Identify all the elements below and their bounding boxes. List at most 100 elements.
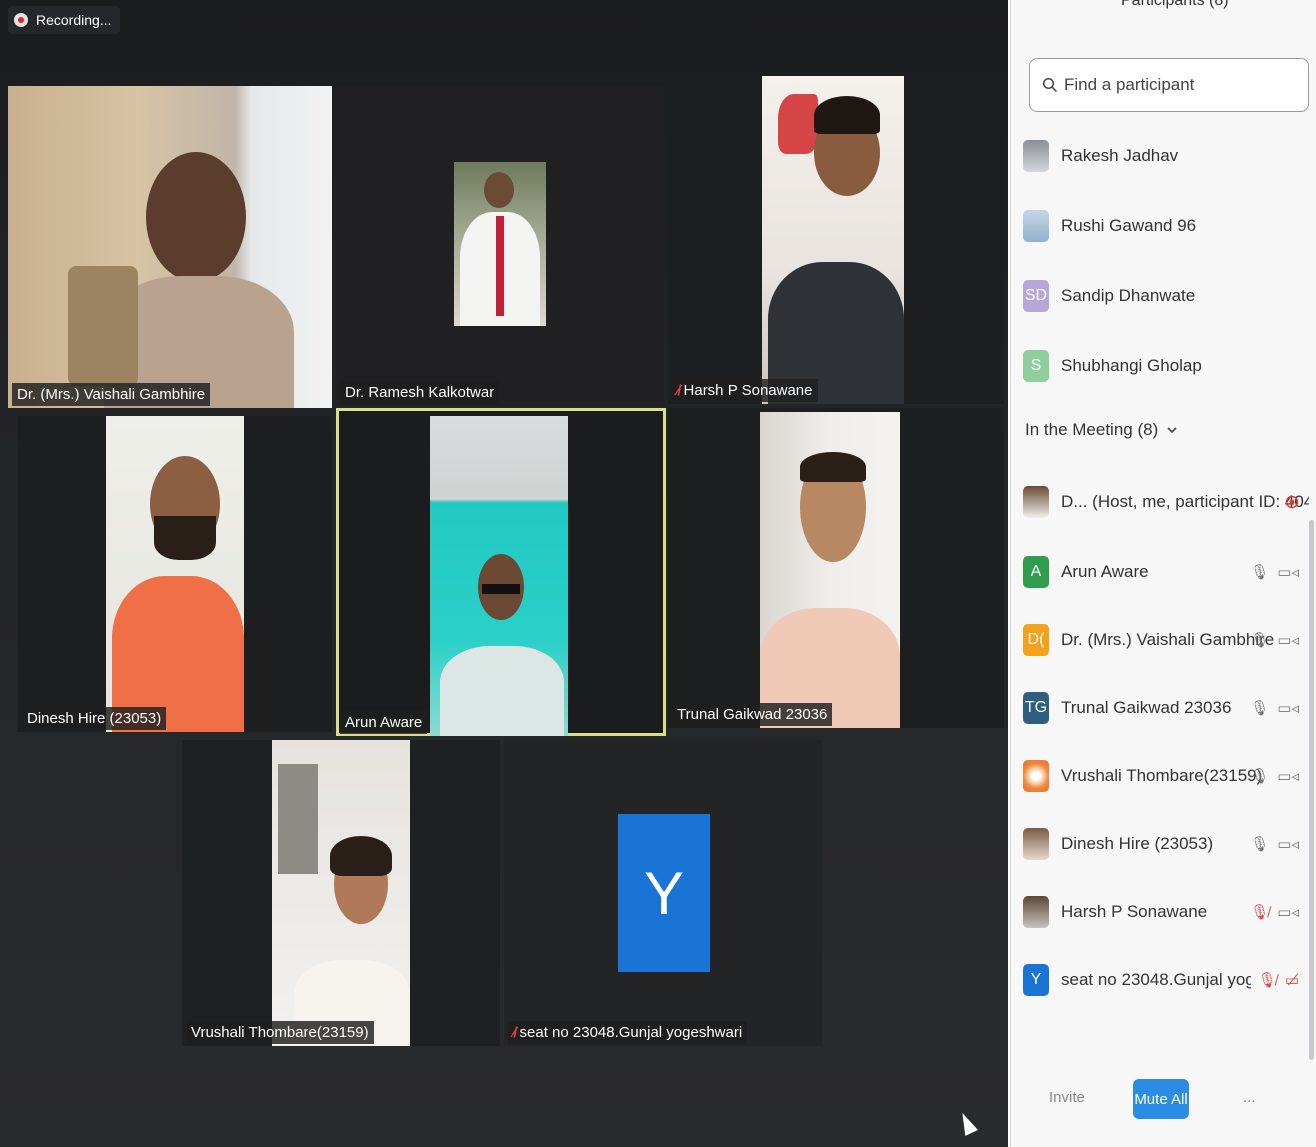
participant-name-tag: ⁄̸ Harsh P Sonawane: [672, 379, 818, 402]
participant-row[interactable]: D( Dr. (Mrs.) Vaishali Gambhire 🎙︎ ▭◃: [1023, 618, 1309, 662]
avatar: Y: [1023, 964, 1049, 996]
participant-name-tag: ⁄̸ seat no 23048.Gunjal yogeshwari: [508, 1021, 748, 1044]
avatar: [1023, 896, 1049, 928]
search-input[interactable]: [1064, 75, 1284, 95]
participant-avatar: Y: [618, 814, 710, 972]
video-tile[interactable]: Dinesh Hire (23053): [18, 416, 332, 732]
participant-name: Rakesh Jadhav: [1061, 146, 1179, 165]
avatar: [1023, 486, 1049, 518]
profile-photo: [454, 162, 546, 326]
participant-name: seat no 23048.Gunjal yogeshwari: [1061, 970, 1251, 989]
panel-scrollbar[interactable]: [1309, 520, 1314, 1060]
microphone-muted-icon[interactable]: 🎙︎̸: [1258, 971, 1277, 989]
avatar: S: [1023, 350, 1049, 382]
participant-name: Vrushali Thombare(23159): [191, 1024, 369, 1041]
avatar: TG: [1023, 692, 1049, 724]
video-feed: [430, 416, 568, 736]
participant-name: Dinesh Hire (23053): [1061, 834, 1214, 853]
avatar: [1023, 828, 1049, 860]
video-feed: [762, 76, 904, 404]
invite-button[interactable]: Invite: [1049, 1089, 1085, 1106]
participant-name: Dr. (Mrs.) Vaishali Gambhire: [1061, 630, 1275, 649]
video-tile[interactable]: ⁄̸ Harsh P Sonawane: [668, 76, 1004, 404]
participant-row[interactable]: Harsh P Sonawane 🎙︎̸ ▭◃: [1023, 890, 1309, 934]
participant-name: Sandip Dhanwate: [1061, 286, 1196, 305]
microphone-icon[interactable]: 🎙︎: [1250, 563, 1269, 581]
avatar: D(: [1023, 624, 1049, 656]
participant-row[interactable]: Rakesh Jadhav: [1023, 134, 1309, 178]
participant-name: D... (Host, me, participant ID: 404038): [1061, 492, 1309, 511]
in-meeting-section-header[interactable]: In the Meeting (8): [1025, 420, 1178, 440]
participant-name: Vrushali Thombare(23159): [1061, 766, 1263, 785]
video-gallery: Recording... Dr. (Mrs.) Vaishali Gambhir…: [0, 0, 1008, 1147]
video-tile[interactable]: Vrushali Thombare(23159): [182, 740, 500, 1046]
participant-name: Dinesh Hire (23053): [27, 710, 162, 727]
video-camera-icon[interactable]: ▭◃: [1277, 767, 1299, 785]
participant-name: Arun Aware: [345, 714, 423, 731]
participant-search[interactable]: [1029, 58, 1309, 112]
mute-all-button[interactable]: Mute All: [1133, 1079, 1189, 1119]
avatar: [1023, 760, 1049, 792]
avatar: A: [1023, 556, 1049, 588]
video-camera-off-icon[interactable]: ▭̸: [1285, 971, 1299, 989]
participant-name: Arun Aware: [1061, 562, 1149, 581]
video-camera-icon[interactable]: ▭◃: [1277, 903, 1299, 921]
participant-row[interactable]: S Shubhangi Gholap: [1023, 344, 1309, 388]
avatar: [1023, 210, 1049, 242]
participant-name: Trunal Gaikwad 23036: [1061, 698, 1232, 717]
video-tile[interactable]: Trunal Gaikwad 23036: [668, 408, 1004, 728]
video-tile[interactable]: Dr. Ramesh Kalkotwar: [336, 86, 664, 406]
microphone-icon[interactable]: 🎙︎: [1250, 767, 1269, 785]
participant-name-tag: Arun Aware: [340, 711, 428, 734]
panel-footer: Invite Mute All ...: [1011, 1067, 1316, 1147]
search-icon: [1042, 77, 1058, 93]
participant-row[interactable]: A Arun Aware 🎙︎ ▭◃: [1023, 550, 1309, 594]
participant-row[interactable]: D... (Host, me, participant ID: 404038): [1023, 480, 1309, 524]
video-camera-icon[interactable]: ▭◃: [1277, 835, 1299, 853]
video-camera-icon[interactable]: ▭◃: [1277, 563, 1299, 581]
participant-name: Harsh P Sonawane: [1061, 902, 1208, 921]
participant-name: Shubhangi Gholap: [1061, 356, 1202, 375]
participant-row[interactable]: Rushi Gawand 96: [1023, 204, 1309, 248]
participant-name: Dr. Ramesh Kalkotwar: [345, 384, 495, 401]
more-options-button[interactable]: ...: [1243, 1089, 1256, 1106]
video-camera-icon[interactable]: ▭◃: [1277, 631, 1299, 649]
video-feed: [272, 740, 410, 1046]
participant-row[interactable]: TG Trunal Gaikwad 23036 🎙︎ ▭◃: [1023, 686, 1309, 730]
participant-row[interactable]: Vrushali Thombare(23159) 🎙︎ ▭◃: [1023, 754, 1309, 798]
panel-title: Participants (8): [1121, 0, 1229, 9]
avatar: [1023, 140, 1049, 172]
recording-icon: [1285, 495, 1299, 509]
recording-label: Recording...: [36, 12, 112, 28]
avatar: SD: [1023, 280, 1049, 312]
video-tile-active-speaker[interactable]: Arun Aware: [336, 408, 666, 736]
video-tile[interactable]: Y ⁄̸ seat no 23048.Gunjal yogeshwari: [504, 740, 822, 1046]
participants-panel: Participants (8) Rakesh Jadhav Rushi Gaw…: [1010, 0, 1316, 1147]
participant-name-tag: Vrushali Thombare(23159): [186, 1021, 374, 1044]
participant-row[interactable]: Dinesh Hire (23053) 🎙︎ ▭◃: [1023, 822, 1309, 866]
participant-name: Trunal Gaikwad 23036: [677, 706, 828, 723]
participant-name-tag: Dr. (Mrs.) Vaishali Gambhire: [12, 383, 211, 406]
microphone-icon[interactable]: 🎙︎: [1250, 631, 1269, 649]
mic-muted-icon: ⁄̸: [513, 1024, 516, 1041]
mouse-cursor: [956, 1110, 978, 1136]
participant-row[interactable]: Y seat no 23048.Gunjal yogeshwari 🎙︎̸ ▭̸: [1023, 958, 1309, 1002]
record-icon: [14, 13, 28, 27]
microphone-icon[interactable]: 🎙︎: [1250, 699, 1269, 717]
microphone-icon[interactable]: 🎙︎: [1250, 835, 1269, 853]
participant-row[interactable]: SD Sandip Dhanwate: [1023, 274, 1309, 318]
video-tile[interactable]: Dr. (Mrs.) Vaishali Gambhire: [8, 86, 332, 408]
video-feed: [8, 86, 332, 408]
recording-indicator[interactable]: Recording...: [8, 6, 120, 34]
participant-name: seat no 23048.Gunjal yogeshwari: [519, 1024, 743, 1041]
chevron-down-icon: [1167, 427, 1177, 434]
section-label: In the Meeting (8): [1025, 420, 1159, 439]
participant-name: Dr. (Mrs.) Vaishali Gambhire: [17, 386, 206, 403]
video-camera-icon[interactable]: ▭◃: [1277, 699, 1299, 717]
participant-name-tag: Trunal Gaikwad 23036: [672, 703, 833, 726]
avatar-letter: Y: [643, 859, 685, 927]
participant-name-tag: Dr. Ramesh Kalkotwar: [340, 381, 500, 404]
participant-name: Harsh P Sonawane: [683, 382, 813, 399]
microphone-muted-icon[interactable]: 🎙︎̸: [1250, 903, 1269, 921]
video-feed: [760, 412, 900, 728]
